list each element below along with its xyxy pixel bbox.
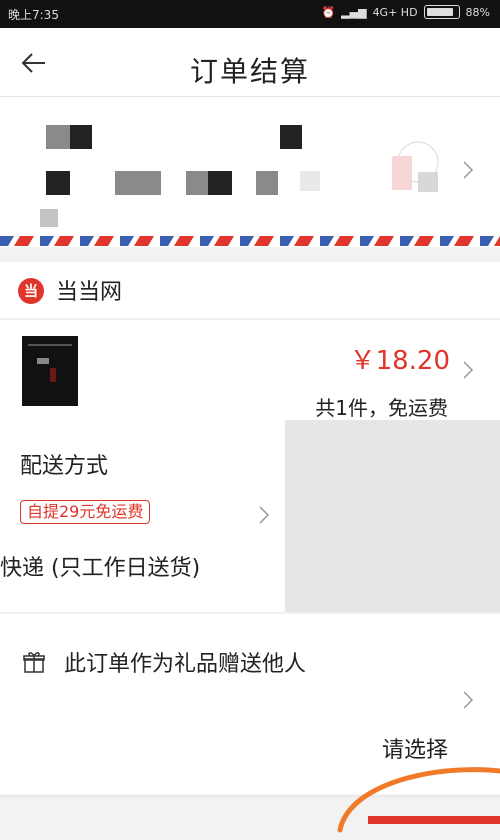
- alarm-icon: ⏰: [321, 5, 336, 19]
- product-summary: 共1件，免运费: [315, 396, 448, 420]
- chevron-right-icon[interactable]: [462, 690, 474, 710]
- delivery-title: 配送方式: [20, 454, 109, 479]
- product-thumbnail: [22, 336, 78, 406]
- battery-percent: 88%: [465, 5, 490, 19]
- status-time: 晚上7:35: [8, 8, 59, 22]
- chevron-right-icon[interactable]: [258, 505, 270, 525]
- chevron-right-icon[interactable]: [462, 160, 474, 180]
- overlay-panel: [285, 420, 500, 612]
- status-bar: 晚上7:35 ⏰ ▂▄▆ 4G+ HD 88%: [0, 0, 500, 28]
- status-icons: ⏰ ▂▄▆ 4G+ HD 88%: [321, 5, 490, 19]
- battery-icon: [423, 5, 460, 19]
- product-price: ￥18.20: [349, 346, 450, 376]
- page-title: 订单结算: [189, 55, 310, 88]
- store-logo: 当: [18, 278, 44, 304]
- postmark-stamp-icon: [392, 141, 439, 192]
- airmail-border: [0, 236, 500, 246]
- store-name: 当当网: [56, 280, 123, 305]
- chevron-right-icon[interactable]: [462, 360, 474, 380]
- gift-label: 此订单作为礼品赠送他人: [64, 652, 307, 677]
- promo-badge: 自提29元免运费: [20, 500, 151, 524]
- network-label: 4G+ HD: [372, 5, 418, 19]
- delivery-method: 快递 (只工作日送货): [0, 556, 201, 581]
- annotation-circle: [337, 767, 500, 833]
- signal-icon: ▂▄▆: [341, 5, 367, 19]
- gift-icon: [22, 650, 46, 674]
